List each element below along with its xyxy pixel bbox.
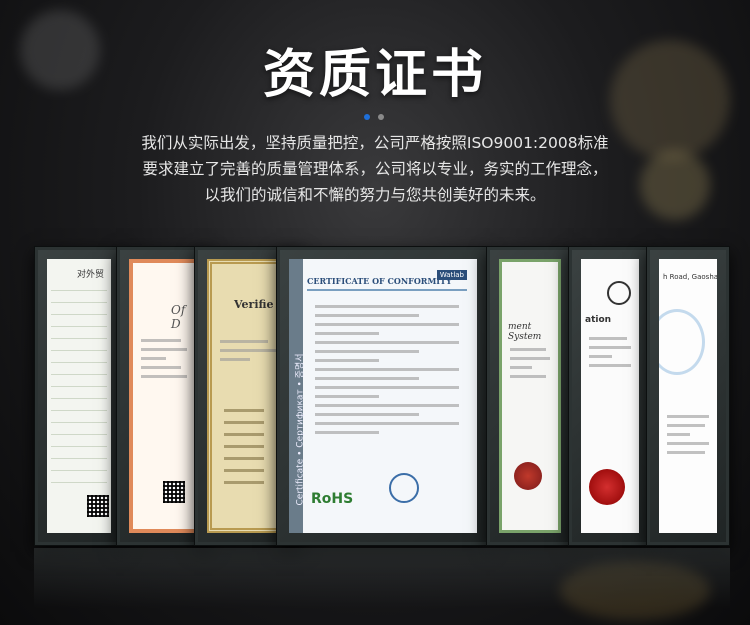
certificate-4-header: CERTIFICATE OF CONFORMITY Watlab [307, 269, 467, 291]
qr-code-icon [87, 495, 109, 517]
certificate-paper-6: ation [581, 259, 639, 533]
certificate-1-heading: 对外贸 [77, 270, 105, 280]
certificate-frame-6: ation [568, 246, 652, 546]
accent-dot-secondary [378, 114, 384, 120]
certificate-frame-7: h Road, Gaoshan [646, 246, 730, 546]
wax-seal-icon [589, 469, 625, 505]
watermark-seal-icon [659, 309, 705, 375]
accent-dot [364, 114, 370, 120]
ukas-logo-icon [607, 281, 631, 305]
intro-text: 我们从实际出发，坚持质量把控，公司严格按照ISO9001:2008标准 要求建立… [60, 130, 690, 208]
page-title: 资质证书 [262, 44, 487, 105]
certificate-paper-1: 对外贸 [47, 259, 111, 533]
certificate-4-side-text: Certificate • Сертификат • 증명서 [295, 353, 306, 506]
certificate-3-heading: Verifie [234, 298, 274, 311]
intro-line-3: 以我们的诚信和不懈的努力与您共创美好的未来。 [204, 186, 546, 204]
certificate-2-heading: Of D [171, 303, 186, 331]
certificate-4-badge: Watlab [436, 270, 467, 280]
intro-line-1: 我们从实际出发，坚持质量把控，公司严格按照ISO9001:2008标准 [141, 134, 609, 152]
certificate-6-heading: ation [585, 315, 612, 325]
certificate-5-heading: ment System [508, 322, 542, 342]
intro-line-2: 要求建立了完善的质量管理体系，公司将以专业，务实的工作理念， [142, 160, 608, 178]
certificate-1-table [51, 287, 107, 483]
certificate-paper-2: Of D [129, 259, 199, 533]
certificate-paper-4: Certificate • Сертификат • 증명서 CERTIFICA… [289, 259, 477, 533]
certification-seal-icon [514, 462, 542, 490]
certificate-frame-4: Certificate • Сертификат • 증명서 CERTIFICA… [276, 246, 490, 546]
certification-seal-icon [389, 473, 419, 503]
certificate-reflection [34, 548, 730, 608]
certificate-frame-5: ment System [486, 246, 574, 546]
certificate-4-heading: CERTIFICATE OF CONFORMITY [307, 276, 452, 286]
certificate-3-list [224, 404, 264, 484]
certificate-7-heading: h Road, Gaoshan [663, 273, 717, 281]
rohs-mark: RoHS [311, 491, 354, 507]
certificate-frame-1: 对外贸 [34, 246, 124, 546]
certificate-paper-7: h Road, Gaoshan [659, 259, 717, 533]
qr-code-icon [163, 481, 185, 503]
certificate-paper-5: ment System [499, 259, 561, 533]
